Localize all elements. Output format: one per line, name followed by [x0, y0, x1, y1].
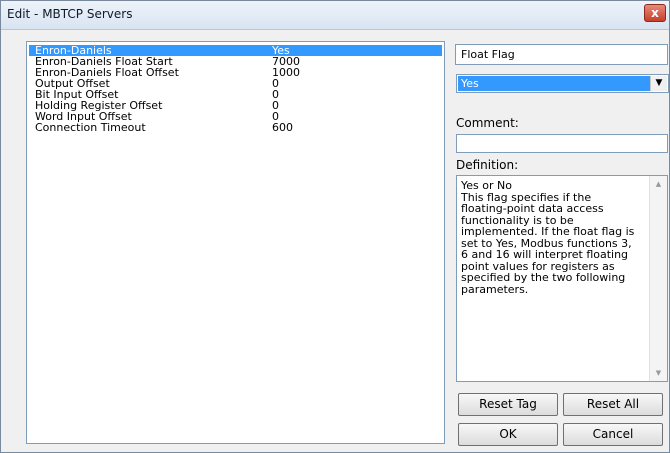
close-button[interactable]: x: [644, 4, 666, 22]
value-select-current: Yes: [458, 76, 651, 91]
title-bar[interactable]: Edit - MBTCP Servers x: [1, 1, 669, 30]
field-name-text: Float Flag: [461, 48, 515, 61]
list-item[interactable]: Connection Timeout 600: [29, 122, 442, 133]
scroll-down-icon[interactable]: ▼: [650, 365, 667, 381]
definition-scrollbar[interactable]: ▲ ▼: [649, 176, 667, 381]
comment-label: Comment:: [456, 116, 519, 130]
ok-button[interactable]: OK: [458, 423, 558, 446]
definition-text: Yes or No This flag specifies if the flo…: [461, 179, 635, 296]
definition-label: Definition:: [456, 158, 519, 172]
dialog-title: Edit - MBTCP Servers: [7, 7, 133, 21]
parameter-list[interactable]: Enron-Daniels Yes Enron-Daniels Float St…: [26, 41, 445, 444]
chevron-down-icon[interactable]: ▼: [650, 76, 667, 91]
comment-input[interactable]: [456, 134, 668, 153]
scroll-up-icon[interactable]: ▲: [650, 176, 667, 192]
param-name: Connection Timeout: [35, 121, 146, 134]
edit-dialog: Edit - MBTCP Servers x Enron-Daniels Yes…: [0, 0, 670, 453]
reset-tag-button[interactable]: Reset Tag: [458, 393, 558, 416]
value-select[interactable]: Yes ▼: [456, 74, 669, 93]
cancel-button[interactable]: Cancel: [563, 423, 663, 446]
field-name-display: Float Flag: [455, 44, 668, 65]
reset-all-button[interactable]: Reset All: [563, 393, 663, 416]
definition-box: Yes or No This flag specifies if the flo…: [456, 175, 668, 382]
param-value: 600: [272, 121, 293, 134]
